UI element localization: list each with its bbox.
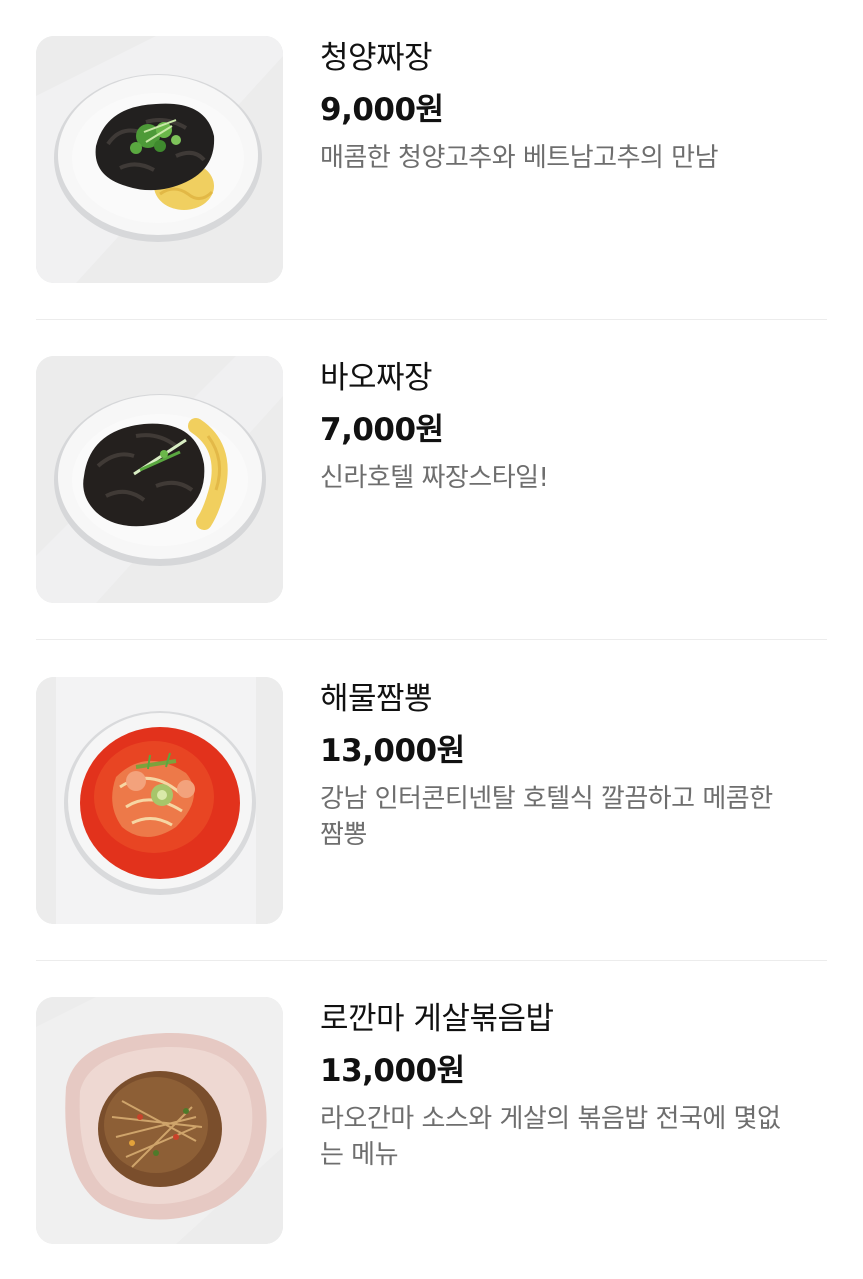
- menu-item-name: 청양짜장: [320, 40, 433, 76]
- menu-item-description: 강남 인터콘티넨탈 호텔식 깔끔하고 메콤한 짬뽕: [320, 784, 773, 850]
- menu-item-photo[interactable]: [36, 677, 283, 924]
- menu-item-info: 로깐마 게살볶음밥 13,000원 라오간마 소스와 게살의 볶음밥 전국에 몇…: [320, 997, 830, 1173]
- menu-item-price: 9,000원: [320, 92, 444, 128]
- divider: [36, 639, 827, 640]
- jjajang-photo-image: [36, 356, 283, 603]
- menu-item[interactable]: 바오짜장 7,000원 신라호텔 짜장스타일!: [0, 356, 863, 604]
- menu-item-info: 바오짜장 7,000원 신라호텔 짜장스타일!: [320, 356, 830, 496]
- menu-item[interactable]: 청양짜장 9,000원 매콤한 청양고추와 베트남고추의 만남: [0, 36, 863, 284]
- menu-item-photo[interactable]: [36, 356, 283, 603]
- menu-item-info: 청양짜장 9,000원 매콤한 청양고추와 베트남고추의 만남: [320, 36, 830, 176]
- menu-item-photo[interactable]: [36, 36, 283, 283]
- menu-item-description: 매콤한 청양고추와 베트남고추의 만남: [320, 143, 719, 173]
- menu-item-price: 7,000원: [320, 412, 444, 448]
- menu-item-name: 로깐마 게살볶음밥: [320, 1001, 554, 1037]
- fried-rice-photo-image: [36, 997, 283, 1244]
- menu-item-name: 해물짬뽕: [320, 681, 433, 717]
- menu-item-description: 라오간마 소스와 게살의 볶음밥 전국에 몇없는 메뉴: [320, 1104, 781, 1170]
- menu-item-price: 13,000원: [320, 733, 465, 769]
- menu-item-name: 바오짜장: [320, 360, 433, 396]
- menu-item[interactable]: 해물짬뽕 13,000원 강남 인터콘티넨탈 호텔식 깔끔하고 메콤한 짬뽕: [0, 677, 863, 925]
- menu-item-description: 신라호텔 짜장스타일!: [320, 463, 549, 493]
- jjajang-photo-image: [36, 36, 283, 283]
- menu-item-photo[interactable]: [36, 997, 283, 1244]
- menu-item-price: 13,000원: [320, 1053, 465, 1089]
- divider: [36, 319, 827, 320]
- menu-list: 청양짜장 9,000원 매콤한 청양고추와 베트남고추의 만남 바오짜장 7,0…: [0, 0, 863, 1279]
- menu-item-info: 해물짬뽕 13,000원 강남 인터콘티넨탈 호텔식 깔끔하고 메콤한 짬뽕: [320, 677, 830, 853]
- menu-item[interactable]: 로깐마 게살볶음밥 13,000원 라오간마 소스와 게살의 볶음밥 전국에 몇…: [0, 997, 863, 1245]
- divider: [36, 960, 827, 961]
- jjamppong-photo-image: [36, 677, 283, 924]
